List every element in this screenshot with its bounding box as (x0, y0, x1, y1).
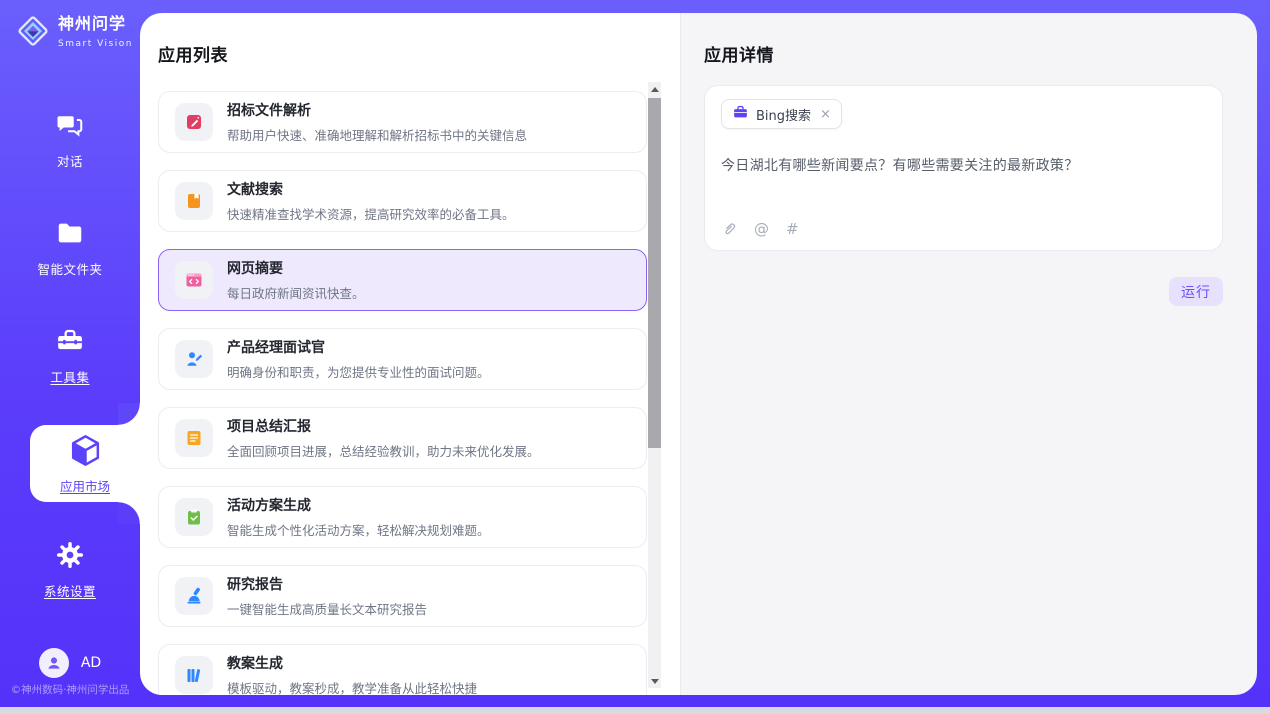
app-desc: 明确身份和职责，为您提供专业性的面试问题。 (227, 362, 490, 381)
app-name: 网页摘要 (227, 258, 365, 278)
list-item-pm-interviewer[interactable]: 产品经理面试官 明确身份和职责，为您提供专业性的面试问题。 (158, 328, 647, 390)
scrollbar-thumb[interactable] (648, 98, 661, 448)
tool-chip-bing-search[interactable]: Bing搜索 × (721, 99, 842, 129)
list-item-research-report[interactable]: 研究报告 一键智能生成高质量长文本研究报告 (158, 565, 647, 627)
sidebar-item-label: 系统设置 (0, 581, 140, 600)
prompt-input[interactable]: 今日湖北有哪些新闻要点？有哪些需要关注的最新政策？ (721, 155, 1206, 175)
app-name: 教案生成 (227, 653, 477, 673)
app-name: 产品经理面试官 (227, 337, 490, 357)
list-item-literature-search[interactable]: 文献搜索 快速精准查找学术资源，提高研究效率的必备工具。 (158, 170, 647, 232)
user-account[interactable]: AD (0, 648, 140, 678)
notes-icon (175, 419, 213, 457)
clipboard-icon (175, 498, 213, 536)
list-item-lesson-plan[interactable]: 教案生成 模板驱动，教案秒成，教学准备从此轻松快捷 (158, 644, 647, 695)
cube-icon (67, 432, 104, 469)
books-icon (175, 656, 213, 694)
gear-icon (55, 540, 85, 570)
avatar (39, 648, 69, 678)
app-detail-panel: 应用详情 Bing搜索 × 今日湖北有哪些新闻要点？有哪些需要关注的最新政策？ (680, 13, 1257, 695)
chip-close-icon[interactable]: × (820, 107, 831, 122)
toolbox-icon (55, 326, 85, 356)
app-name: 项目总结汇报 (227, 416, 540, 436)
chat-icon (55, 110, 85, 140)
sidebar-item-chat[interactable]: 对话 (0, 110, 140, 170)
app-list: 招标文件解析 帮助用户快速、准确地理解和解析招标书中的关键信息 文献搜索 快速精… (158, 91, 647, 695)
sidebar-item-toolset[interactable]: 工具集 (0, 326, 140, 386)
hashtag-icon[interactable]: # (786, 220, 799, 238)
sidebar-item-app-market[interactable]: 应用市场 (30, 425, 140, 502)
list-item-bid-doc-analysis[interactable]: 招标文件解析 帮助用户快速、准确地理解和解析招标书中的关键信息 (158, 91, 647, 153)
app-desc: 每日政府新闻资讯快查。 (227, 283, 365, 302)
list-item-webpage-summary[interactable]: 网页摘要 每日政府新闻资讯快查。 (158, 249, 647, 311)
app-desc: 帮助用户快速、准确地理解和解析招标书中的关键信息 (227, 125, 527, 144)
app-name: 活动方案生成 (227, 495, 490, 515)
brand-subtitle: Smart Vision (58, 39, 133, 49)
list-scrollbar[interactable] (648, 82, 661, 688)
sidebar-item-label: 工具集 (0, 367, 140, 386)
sidebar-item-label: 应用市场 (30, 476, 140, 495)
bubble-fillet-bottom (118, 502, 140, 524)
run-button[interactable]: 运行 (1169, 277, 1223, 306)
app-frame: 神州问学 Smart Vision 对话 智能文件夹 (0, 0, 1270, 707)
copyright-text: ©神州数码·神州问学出品 (0, 682, 140, 697)
app-name: 招标文件解析 (227, 100, 527, 120)
main-content: 应用列表 招标文件解析 帮助用户快速、准确地理解和解析招标书中的关键信息 (140, 13, 1257, 695)
app-desc: 一键智能生成高质量长文本研究报告 (227, 599, 427, 618)
microscope-icon (175, 577, 213, 615)
interview-icon (175, 340, 213, 378)
webpage-icon (175, 261, 213, 299)
sidebar: 神州问学 Smart Vision 对话 智能文件夹 (0, 0, 140, 707)
app-list-panel: 应用列表 招标文件解析 帮助用户快速、准确地理解和解析招标书中的关键信息 (140, 13, 680, 695)
folder-icon (55, 218, 85, 248)
sidebar-item-smart-folder[interactable]: 智能文件夹 (0, 218, 140, 278)
app-desc: 模板驱动，教案秒成，教学准备从此轻松快捷 (227, 678, 477, 695)
app-detail-title: 应用详情 (704, 41, 1257, 66)
attachment-toolbar: @ # (721, 220, 1206, 238)
sidebar-item-settings[interactable]: 系统设置 (0, 540, 140, 600)
list-item-project-summary[interactable]: 项目总结汇报 全面回顾项目进展，总结经验教训，助力未来优化发展。 (158, 407, 647, 469)
scrollbar-up-arrow[interactable] (648, 82, 661, 96)
briefcase-icon (732, 104, 749, 125)
diamond-logo-icon (16, 14, 50, 52)
scrollbar-down-arrow[interactable] (648, 674, 661, 688)
user-initials: AD (81, 655, 101, 671)
app-desc: 全面回顾项目进展，总结经验教训，助力未来优化发展。 (227, 441, 540, 460)
sidebar-item-label: 智能文件夹 (0, 259, 140, 278)
app-desc: 快速精准查找学术资源，提高研究效率的必备工具。 (227, 204, 515, 223)
app-name: 研究报告 (227, 574, 427, 594)
edit-icon (175, 103, 213, 141)
list-item-event-plan[interactable]: 活动方案生成 智能生成个性化活动方案，轻松解决规划难题。 (158, 486, 647, 548)
sidebar-item-label: 对话 (0, 151, 140, 170)
tool-chip-label: Bing搜索 (756, 105, 811, 124)
run-row: 运行 (704, 277, 1223, 306)
bubble-fillet-top (118, 403, 140, 425)
brand-logo: 神州问学 Smart Vision (16, 14, 140, 52)
prompt-card: Bing搜索 × 今日湖北有哪些新闻要点？有哪些需要关注的最新政策？ @ # (704, 85, 1223, 251)
mention-icon[interactable]: @ (754, 220, 769, 238)
app-name: 文献搜索 (227, 179, 515, 199)
app-desc: 智能生成个性化活动方案，轻松解决规划难题。 (227, 520, 490, 539)
brand-name: 神州问学 (58, 14, 126, 33)
book-icon (175, 182, 213, 220)
app-list-title: 应用列表 (158, 41, 647, 66)
paperclip-icon[interactable] (721, 221, 737, 237)
